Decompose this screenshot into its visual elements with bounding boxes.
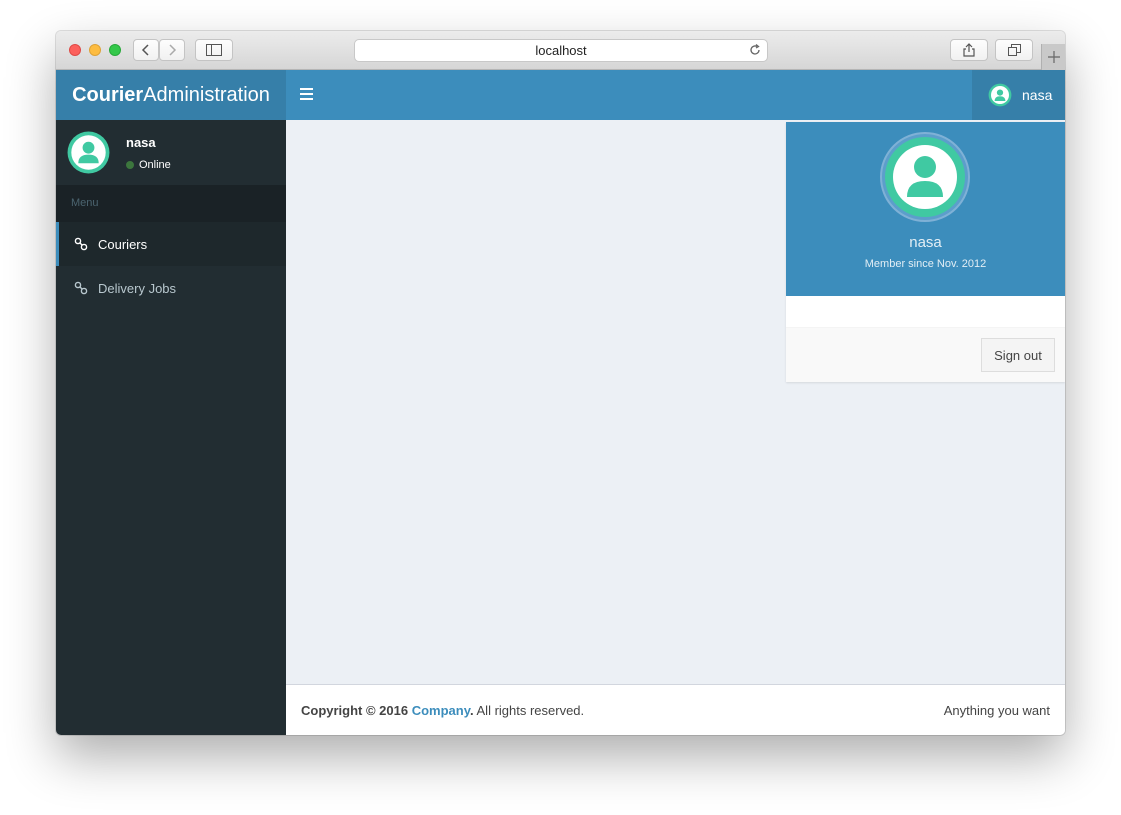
sidebar-item-label: Couriers bbox=[98, 236, 148, 252]
rights-text: All rights reserved. bbox=[473, 703, 585, 718]
online-status[interactable]: Online bbox=[126, 159, 171, 171]
share-icon bbox=[963, 43, 975, 57]
link-icon bbox=[74, 281, 88, 295]
tabs-icon bbox=[1007, 44, 1021, 56]
user-panel: nasa Online bbox=[56, 120, 286, 185]
user-avatar-icon bbox=[880, 132, 970, 222]
logo[interactable]: Courier Administration bbox=[56, 70, 286, 120]
copyright-prefix: Copyright © 2016 bbox=[301, 703, 412, 718]
address-text: localhost bbox=[535, 43, 587, 58]
user-name: nasa bbox=[126, 135, 156, 150]
footer-right-text: Anything you want bbox=[943, 703, 1050, 718]
chevron-right-icon bbox=[169, 44, 177, 56]
tabs-overview-button[interactable] bbox=[995, 39, 1033, 61]
browser-window: localhost Courier Administration nasa na… bbox=[56, 31, 1065, 735]
browser-toolbar: localhost bbox=[56, 31, 1065, 70]
address-bar[interactable]: localhost bbox=[354, 39, 768, 62]
company-link[interactable]: Company bbox=[412, 703, 470, 718]
logo-bold-text: Courier bbox=[72, 83, 144, 106]
sign-out-button[interactable]: Sign out bbox=[981, 338, 1055, 372]
member-since: Member since Nov. 2012 bbox=[864, 258, 987, 270]
minimize-window-button[interactable] bbox=[89, 44, 101, 56]
forward-button[interactable] bbox=[159, 39, 185, 61]
new-tab-button[interactable] bbox=[1041, 44, 1065, 70]
close-window-button[interactable] bbox=[69, 44, 81, 56]
sidebar: nasa Online Menu Couriers Delivery Jobs bbox=[56, 120, 286, 735]
share-button[interactable] bbox=[950, 39, 988, 61]
top-navbar: nasa bbox=[286, 70, 1065, 120]
app-root: CourierAdministration nasa nasa Online bbox=[56, 70, 1065, 735]
user-body bbox=[786, 296, 1065, 328]
back-button[interactable] bbox=[133, 39, 159, 61]
user-avatar-icon bbox=[988, 83, 1012, 107]
user-dropdown-menu: nasa Member since Nov. 2012 Sign out bbox=[786, 122, 1065, 382]
page-footer: Copyright © 2016 Company. All rights res… bbox=[286, 684, 1065, 735]
reload-icon[interactable] bbox=[748, 43, 762, 57]
status-label: Online bbox=[139, 159, 171, 171]
zoom-window-button[interactable] bbox=[109, 44, 121, 56]
logo-light-text: Administration bbox=[143, 83, 270, 106]
user-menu-name: nasa bbox=[1022, 87, 1053, 103]
link-icon bbox=[74, 237, 88, 251]
profile-name: nasa bbox=[909, 234, 942, 251]
sidebar-item-couriers[interactable]: Couriers bbox=[56, 222, 286, 266]
user-footer: Sign out bbox=[786, 328, 1065, 382]
sidebar-icon bbox=[206, 44, 222, 56]
copyright: Copyright © 2016 Company. All rights res… bbox=[301, 703, 584, 718]
sidebar-item-label: Delivery Jobs bbox=[98, 280, 177, 296]
status-dot-icon bbox=[126, 161, 134, 169]
menu-header: Menu bbox=[56, 185, 286, 222]
user-avatar-icon bbox=[67, 131, 110, 174]
user-header: nasa Member since Nov. 2012 bbox=[786, 122, 1065, 296]
sidebar-item-delivery-jobs[interactable]: Delivery Jobs bbox=[56, 266, 286, 310]
chevron-left-icon bbox=[141, 44, 149, 56]
plus-icon bbox=[1048, 51, 1060, 63]
menu-toggle-icon[interactable] bbox=[300, 88, 313, 100]
sidebar-toggle-button[interactable] bbox=[195, 39, 233, 61]
user-menu-toggle[interactable]: nasa bbox=[972, 70, 1065, 120]
